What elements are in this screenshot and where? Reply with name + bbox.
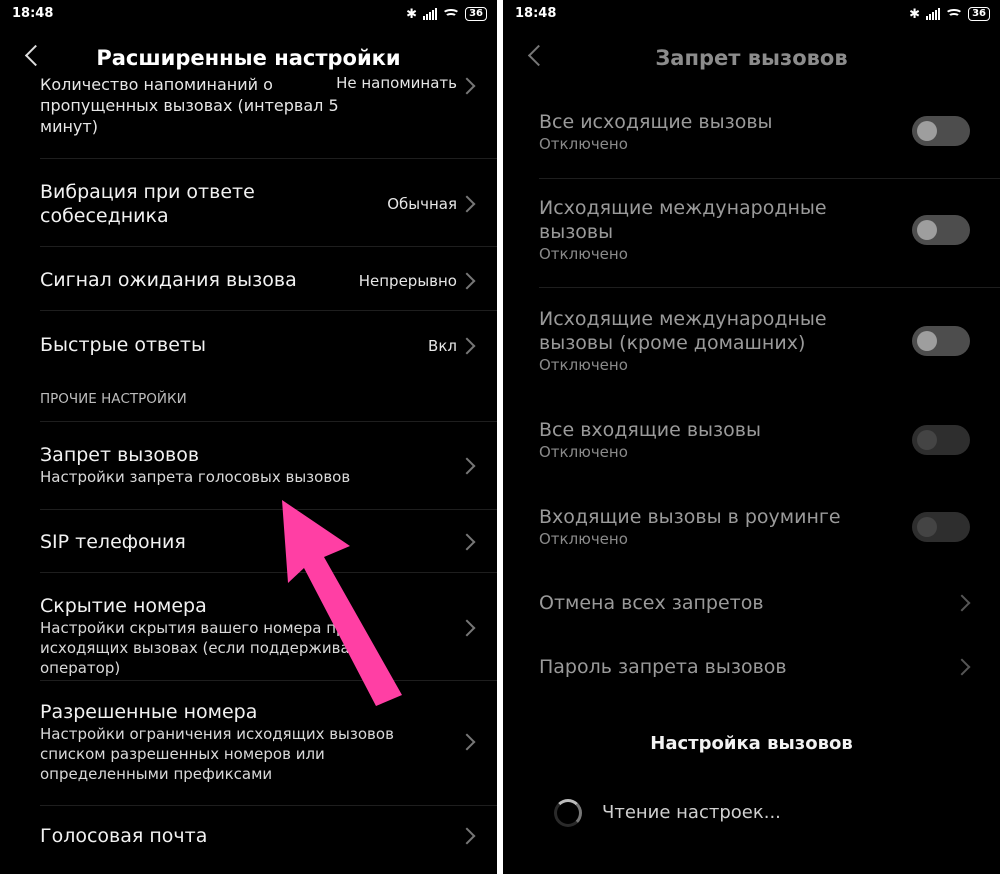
dialog-title: Настройка вызовов (650, 733, 853, 754)
all-outgoing-toggle[interactable] (912, 116, 970, 146)
advanced-settings-screen: 18:48 ✱ 36 Расширенные настройки Количес… (0, 0, 497, 874)
barring-password-item[interactable]: Пароль запрета вызовов (539, 655, 986, 679)
item-title: Пароль запрета вызовов (539, 656, 787, 678)
item-status: Отключено (539, 245, 628, 263)
item-status: Отключено (539, 530, 628, 548)
item-status: Отключено (539, 443, 628, 461)
status-icons: ✱ 36 (909, 5, 990, 23)
bluetooth-icon: ✱ (909, 6, 921, 22)
call-barring-screen: 18:48 ✱ 36 Запрет вызовов Все исходящие … (503, 0, 1000, 874)
all-incoming-toggle[interactable] (912, 425, 970, 455)
toggle-item-roaming-incoming: Входящие вызовы в роуминге Отключено (539, 505, 890, 549)
signal-icon (926, 8, 941, 20)
divider (539, 287, 1000, 288)
toggle-item-all-outgoing: Все исходящие вызовы Отключено (539, 110, 890, 154)
item-title: Исходящие международные вызовы (539, 197, 827, 243)
item-title: Исходящие международные вызовы (кроме до… (539, 308, 827, 354)
item-title: Все исходящие вызовы (539, 111, 773, 133)
status-time: 18:48 (515, 6, 557, 21)
intl-outgoing-toggle[interactable] (912, 215, 970, 245)
toggle-knob (917, 331, 937, 351)
toggle-knob (917, 121, 937, 141)
divider (539, 178, 1000, 179)
loading-spinner-icon (554, 799, 582, 827)
status-bar: 18:48 ✱ 36 (503, 0, 1000, 28)
toggle-knob (917, 220, 937, 240)
app-header: Запрет вызовов (503, 38, 1000, 82)
item-title: Входящие вызовы в роуминге (539, 506, 841, 528)
toggle-knob (917, 517, 937, 537)
roaming-incoming-toggle[interactable] (912, 512, 970, 542)
wifi-icon (945, 8, 964, 20)
cancel-all-barring-item[interactable]: Отмена всех запретов (539, 591, 986, 615)
toggle-item-intl-except-home: Исходящие международные вызовы (кроме до… (539, 307, 890, 375)
battery-icon: 36 (968, 7, 990, 21)
annotation-arrow (282, 500, 402, 706)
item-title: Отмена всех запретов (539, 592, 764, 614)
dialog-message: Чтение настроек... (602, 802, 781, 823)
intl-except-home-toggle[interactable] (912, 326, 970, 356)
item-status: Отключено (539, 135, 628, 153)
item-status: Отключено (539, 356, 628, 374)
toggle-item-intl-outgoing: Исходящие международные вызовы Отключено (539, 196, 890, 264)
page-title: Запрет вызовов (655, 46, 848, 70)
toggle-knob (917, 430, 937, 450)
item-title: Все входящие вызовы (539, 419, 761, 441)
toggle-item-all-incoming: Все входящие вызовы Отключено (539, 418, 890, 462)
